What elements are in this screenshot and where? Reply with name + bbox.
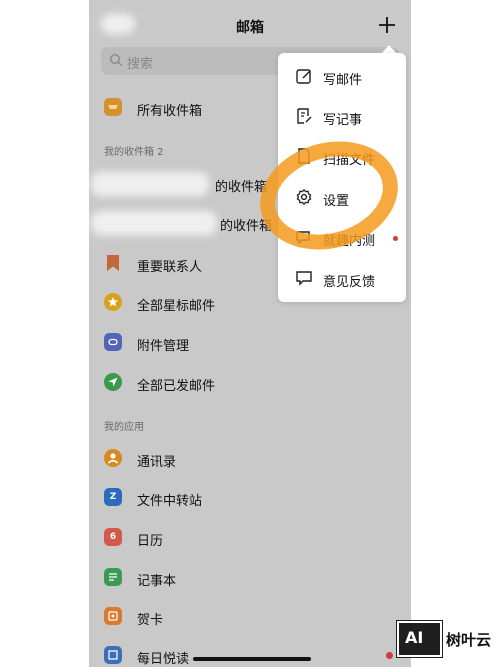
menu-item-label: 设置 <box>323 194 350 209</box>
search-placeholder: 搜索 <box>127 57 154 72</box>
folder-item-attachments[interactable]: 附件管理 <box>89 323 411 363</box>
page-title: 邮箱 <box>236 20 264 36</box>
folder-label: 全部星标邮件 <box>137 299 216 314</box>
app-item-file-transfer[interactable]: Z 文件中转站 <box>89 478 411 518</box>
beta-icon <box>296 231 310 245</box>
watermark-ai-box: AI <box>397 621 442 657</box>
attachment-icon <box>104 333 122 351</box>
notebook-icon <box>104 568 122 586</box>
compose-icon <box>296 69 311 84</box>
header: 邮箱 <box>89 0 411 46</box>
gear-icon <box>296 188 312 206</box>
app-item-contacts[interactable]: 通讯录 <box>89 439 411 479</box>
my-inboxes-section-label: 我的收件箱 2 <box>104 147 164 158</box>
redacted-account-name <box>91 172 209 196</box>
app-item-calendar[interactable]: 6 日历 <box>89 518 411 558</box>
menu-item-label: 写邮件 <box>323 73 363 88</box>
menu-item-label: 就趣内测 <box>323 234 376 249</box>
add-menu-popup: 写邮件 写记事 扫描文件 设置 就趣内测 意见反馈 <box>278 53 406 302</box>
calendar-day-glyph: 6 <box>109 532 117 542</box>
app-label: 通讯录 <box>137 455 177 470</box>
watermark-ai-text: AI <box>405 628 424 647</box>
menu-item-write-note[interactable]: 写记事 <box>278 96 406 136</box>
menu-item-feedback[interactable]: 意见反馈 <box>278 258 406 298</box>
watermark-logo: AI 树叶云 <box>397 621 500 657</box>
redacted-account-name <box>91 211 217 235</box>
watermark-text: 树叶云 <box>446 631 492 649</box>
scan-icon <box>298 148 310 164</box>
menu-item-settings[interactable]: 设置 <box>278 177 406 217</box>
inbox-tray-icon <box>104 98 122 116</box>
folder-label: 附件管理 <box>137 339 190 354</box>
search-icon <box>109 53 123 67</box>
app-item-greeting-card[interactable]: 贺卡 <box>89 597 411 637</box>
star-icon <box>104 293 122 311</box>
app-label: 每日悦读 <box>137 652 190 667</box>
menu-item-scan[interactable]: 扫描文件 <box>278 136 406 176</box>
menu-item-compose[interactable]: 写邮件 <box>278 56 406 96</box>
folder-label: 全部已发邮件 <box>137 379 216 394</box>
bookmark-icon <box>104 254 122 272</box>
all-inboxes-label: 所有收件箱 <box>137 104 203 119</box>
send-icon <box>104 373 122 391</box>
account-inbox-label: 的收件箱 <box>215 180 268 195</box>
calendar-icon: 6 <box>104 528 122 546</box>
file-transfer-icon: Z <box>104 488 122 506</box>
menu-item-label: 写记事 <box>323 113 363 128</box>
folder-item-sent[interactable]: 全部已发邮件 <box>89 363 411 403</box>
app-label: 记事本 <box>137 574 177 589</box>
contacts-icon <box>104 449 122 467</box>
folder-label: 重要联系人 <box>137 260 203 275</box>
app-label: 贺卡 <box>137 613 164 628</box>
greeting-card-icon <box>104 607 122 625</box>
home-indicator[interactable] <box>193 657 311 661</box>
daily-reading-icon <box>104 646 122 664</box>
feedback-icon <box>296 271 312 286</box>
app-label: 文件中转站 <box>137 494 203 509</box>
app-item-daily-reading[interactable]: 每日悦读 <box>89 636 411 667</box>
plus-icon[interactable] <box>377 15 397 35</box>
notification-dot <box>386 652 393 659</box>
beta-badge-dot <box>393 236 398 241</box>
menu-item-beta[interactable]: 就趣内测 <box>278 217 406 257</box>
account-inbox-label: 的收件箱 <box>220 219 273 234</box>
app-item-notebook[interactable]: 记事本 <box>89 558 411 598</box>
my-apps-section-label: 我的应用 <box>104 422 144 433</box>
note-icon <box>297 108 312 124</box>
app-label: 日历 <box>137 534 164 549</box>
menu-item-label: 意见反馈 <box>323 275 376 290</box>
file-transfer-glyph: Z <box>109 492 117 502</box>
menu-item-label: 扫描文件 <box>323 153 376 168</box>
